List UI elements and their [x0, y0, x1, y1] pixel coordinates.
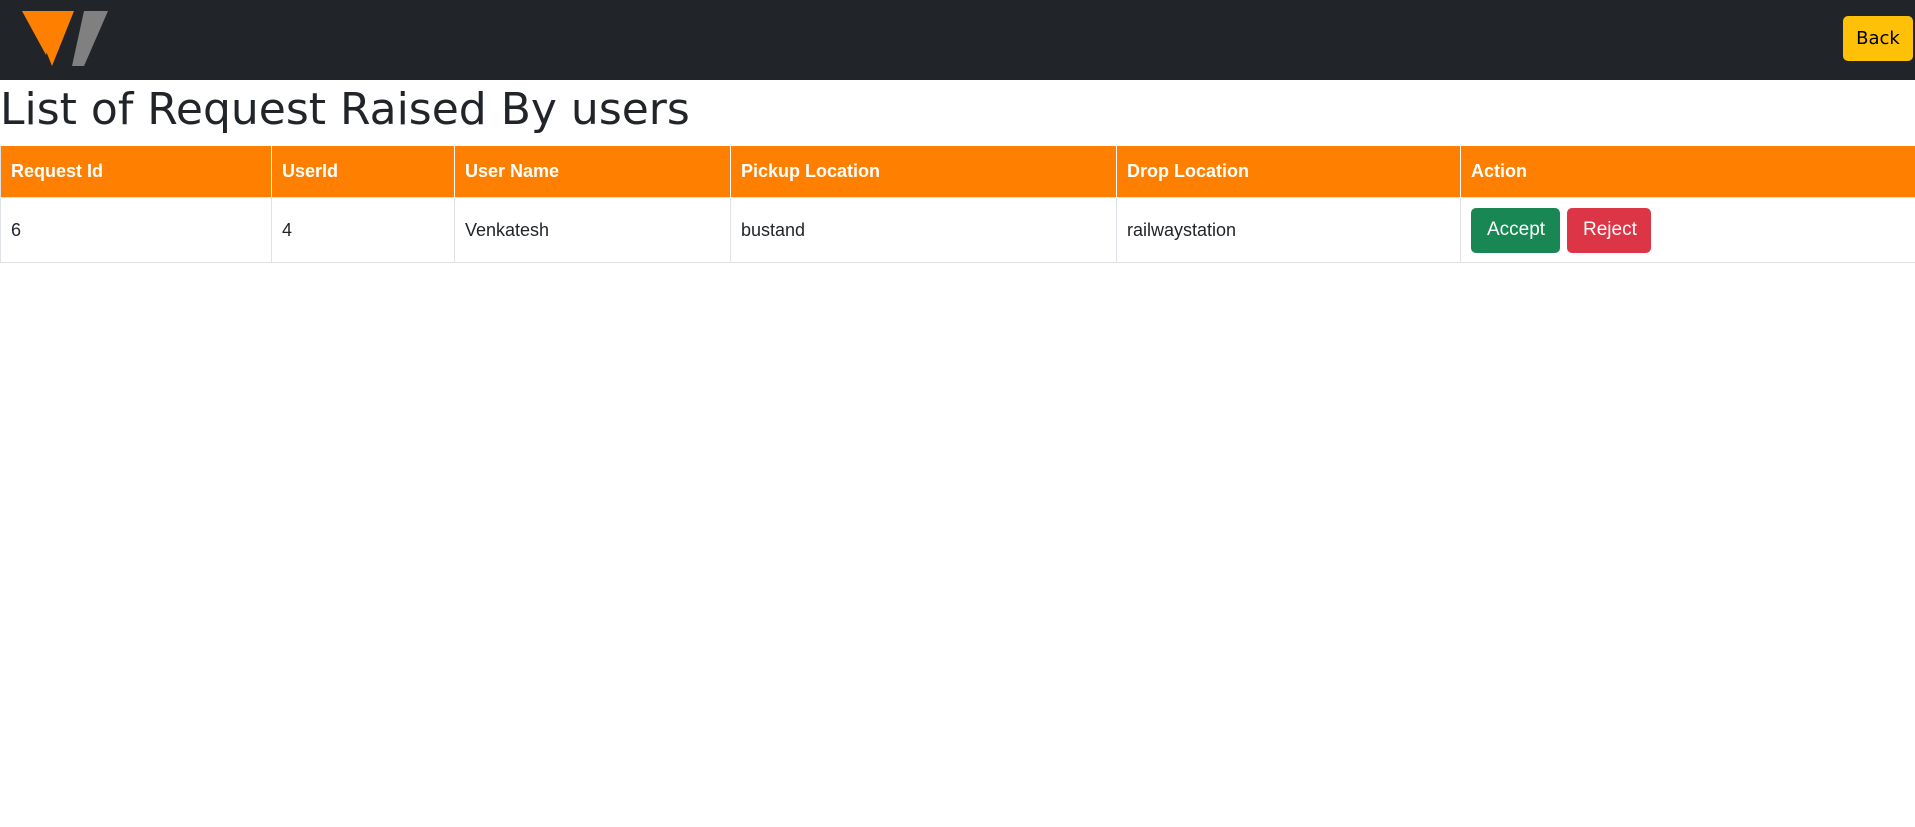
column-header-user-name: User Name: [454, 146, 731, 198]
table-header-row: Request Id UserId User Name Pickup Locat…: [0, 146, 1915, 198]
table-header: Request Id UserId User Name Pickup Locat…: [0, 146, 1915, 198]
cell-drop-location: railwaystation: [1116, 197, 1461, 263]
column-header-drop-location: Drop Location: [1116, 146, 1461, 198]
cell-user-id: 4: [271, 197, 455, 263]
cell-request-id: 6: [0, 197, 272, 263]
column-header-pickup-location: Pickup Location: [730, 146, 1117, 198]
top-navbar: Back: [0, 0, 1915, 80]
brand-logo-icon[interactable]: [22, 11, 108, 66]
requests-table: Request Id UserId User Name Pickup Locat…: [0, 146, 1915, 263]
column-header-action: Action: [1460, 146, 1915, 198]
logo-orange-v: [38, 11, 74, 66]
table-body: 6 4 Venkatesh bustand railwaystation Acc…: [0, 197, 1915, 263]
table-row: 6 4 Venkatesh bustand railwaystation Acc…: [0, 197, 1915, 263]
cell-action: Accept Reject: [1460, 197, 1915, 263]
cell-user-name: Venkatesh: [454, 197, 731, 263]
accept-button[interactable]: Accept: [1471, 207, 1560, 253]
page-title: List of Request Raised By users: [0, 84, 690, 135]
reject-button[interactable]: Reject: [1567, 207, 1652, 253]
back-button[interactable]: Back: [1843, 16, 1913, 61]
logo-gray-stroke: [72, 11, 108, 66]
column-header-request-id: Request Id: [0, 146, 272, 198]
column-header-user-id: UserId: [271, 146, 455, 198]
cell-pickup-location: bustand: [730, 197, 1117, 263]
